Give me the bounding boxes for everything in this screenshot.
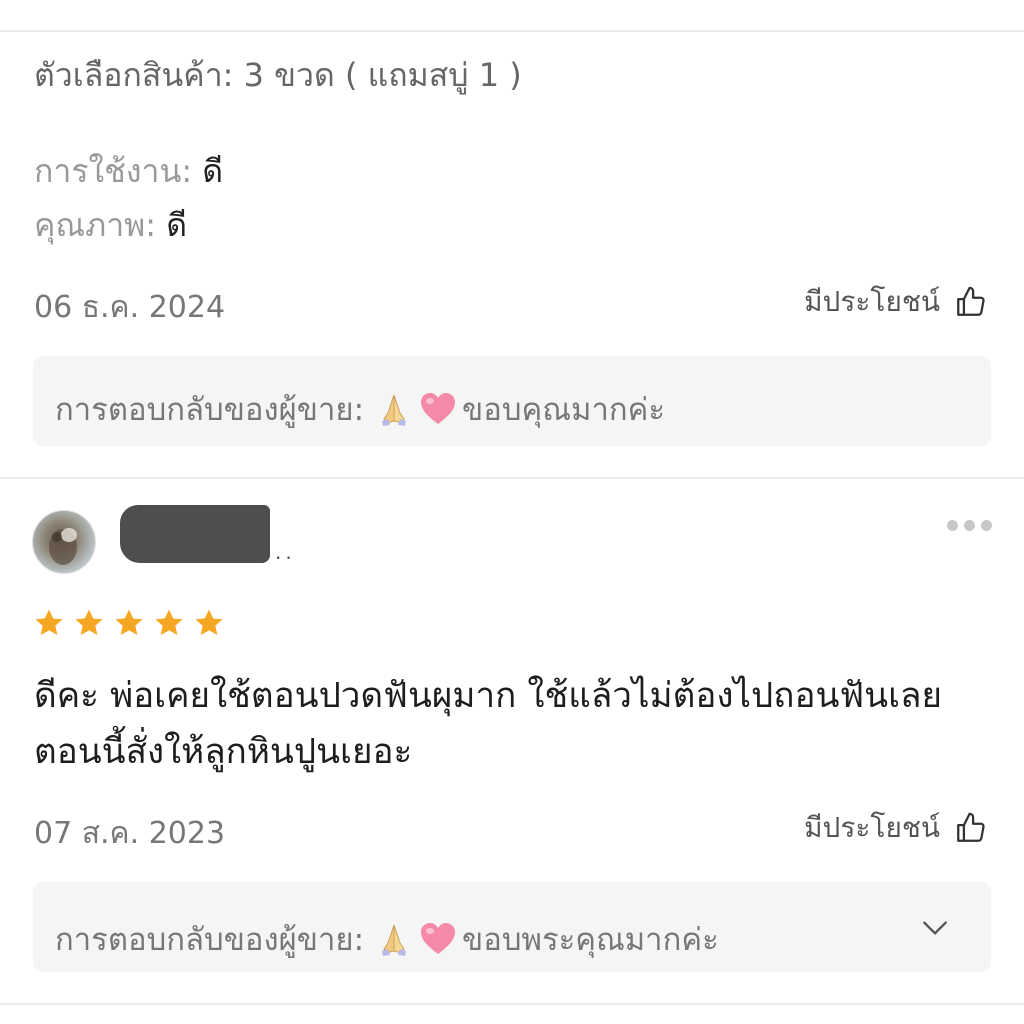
star-icon [72, 606, 106, 644]
star-icon [32, 606, 66, 644]
star-icon [152, 606, 186, 644]
star-rating [32, 606, 226, 644]
dot-icon [964, 520, 975, 531]
thumbs-up-icon [954, 811, 988, 845]
seller-reply-text: ขอบคุณมากค่ะ [462, 392, 666, 428]
quality-value: ดี [166, 206, 187, 244]
folded-hands-icon [374, 389, 414, 429]
folded-hands-icon [374, 919, 414, 959]
dot-icon [981, 520, 992, 531]
dot-icon [947, 520, 958, 531]
seller-reply-text: ขอบพระคุณมากค่ะ [462, 922, 719, 958]
review-date: 07 ส.ค. 2023 [34, 816, 226, 851]
redacted-username [120, 505, 270, 563]
quality-attribute: คุณภาพ: ดี [34, 200, 187, 251]
pink-heart-icon [418, 389, 458, 429]
pink-heart-icon [418, 919, 458, 959]
bottom-divider [0, 1003, 1024, 1005]
thumbs-up-icon [954, 285, 988, 319]
seller-reply: การตอบกลับของผู้ขาย: ขอบคุณมากค่ะ [33, 356, 991, 446]
quality-label: คุณภาพ: [34, 206, 157, 244]
helpful-button[interactable]: มีประโยชน์ [804, 280, 988, 324]
chevron-down-icon[interactable] [919, 912, 951, 948]
usage-label: การใช้งาน: [34, 152, 193, 190]
review-date: 06 ธ.ค. 2024 [34, 290, 226, 325]
seller-reply-content: การตอบกลับของผู้ขาย: ขอบคุณมากค่ะ [55, 384, 665, 434]
product-option: ตัวเลือกสินค้า: 3 ขวด ( แถมสบู่ 1 ) [34, 56, 522, 94]
top-divider [0, 30, 1024, 32]
avatar[interactable] [32, 510, 96, 574]
seller-reply[interactable]: การตอบกลับของผู้ขาย: ขอบพระคุณมากค่ะ [33, 882, 991, 972]
username-ellipsis: .. [275, 540, 296, 564]
seller-reply-content: การตอบกลับของผู้ขาย: ขอบพระคุณมากค่ะ [55, 914, 719, 964]
review-divider [0, 477, 1024, 479]
usage-value: ดี [202, 152, 224, 190]
usage-attribute: การใช้งาน: ดี [34, 146, 223, 197]
review-text: ดีคะ พ่อเคยใช้ตอนปวดฟันผุมาก ใช้แล้วไม่ต… [34, 676, 943, 772]
more-options-button[interactable] [947, 520, 992, 531]
helpful-label: มีประโยชน์ [804, 811, 940, 844]
seller-reply-label: การตอบกลับของผู้ขาย: [55, 922, 365, 958]
helpful-button[interactable]: มีประโยชน์ [804, 806, 988, 850]
helpful-label: มีประโยชน์ [804, 285, 940, 318]
star-icon [112, 606, 146, 644]
seller-reply-label: การตอบกลับของผู้ขาย: [55, 392, 365, 428]
star-icon [192, 606, 226, 644]
